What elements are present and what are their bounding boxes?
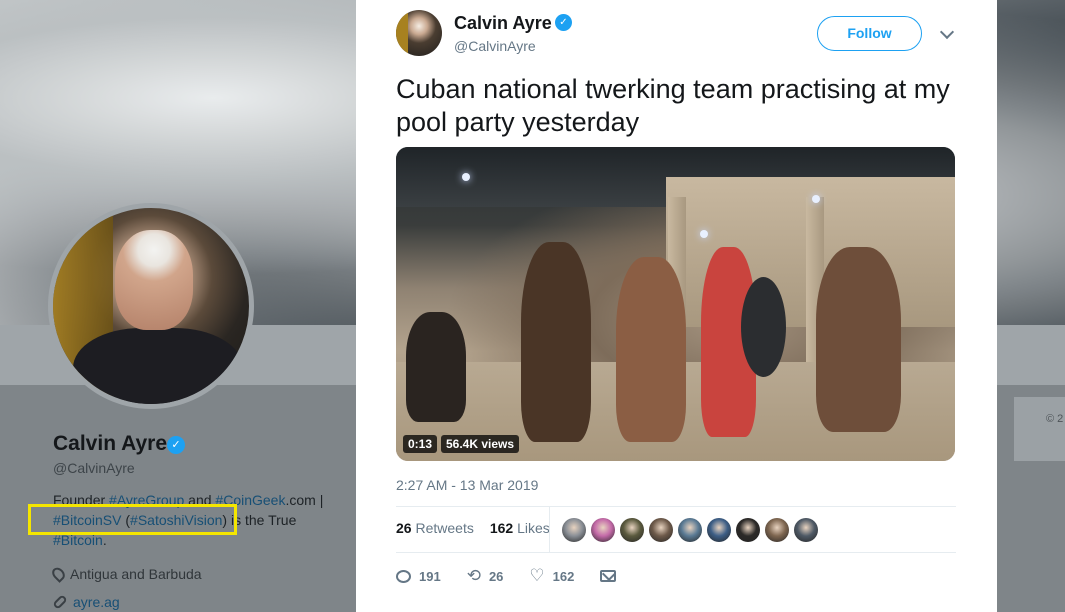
tweet-timestamp[interactable]: 2:27 AM - 13 Mar 2019 xyxy=(396,477,538,493)
liker-avatar[interactable] xyxy=(620,518,644,542)
reply-count: 191 xyxy=(419,568,441,584)
liker-avatar[interactable] xyxy=(562,518,586,542)
like-button[interactable]: ♡ 162 xyxy=(529,566,574,586)
follow-button[interactable]: Follow xyxy=(817,16,922,51)
link-icon xyxy=(52,594,68,610)
bio-text: is the True xyxy=(227,512,297,528)
stats-separator xyxy=(549,507,550,552)
profile-location: Antigua and Barbuda xyxy=(49,565,202,583)
divider xyxy=(396,506,956,507)
copyright-text: © 2 xyxy=(1046,413,1064,425)
retweet-icon: ⟲ xyxy=(466,566,481,585)
divider xyxy=(396,552,956,553)
profile-name: Calvin Ayre xyxy=(53,432,167,455)
liker-avatar[interactable] xyxy=(765,518,789,542)
chevron-down-icon[interactable] xyxy=(939,24,955,40)
likers-avatars xyxy=(562,518,818,542)
retweet-count: 26 xyxy=(488,568,504,584)
direct-message-button[interactable] xyxy=(600,570,617,582)
verified-icon: ✓ xyxy=(555,14,572,31)
location-pin-icon xyxy=(49,565,68,583)
tweet-video[interactable]: 0:13 56.4K views xyxy=(396,147,955,461)
reply-icon xyxy=(396,569,411,583)
highlight-annotation-box xyxy=(28,504,237,535)
footer-card: © 2 xyxy=(1014,397,1065,461)
tweet-actions: 191 ⟲ 26 ♡ 162 xyxy=(396,566,642,586)
verified-icon: ✓ xyxy=(167,436,185,454)
liker-avatar[interactable] xyxy=(649,518,673,542)
bio-text: .com | xyxy=(285,492,324,508)
reply-button[interactable]: 191 xyxy=(396,569,441,584)
liker-avatar[interactable] xyxy=(678,518,702,542)
likes-stat[interactable]: 162 Likes xyxy=(490,520,550,536)
profile-avatar[interactable] xyxy=(48,203,254,409)
tweet-author-name[interactable]: Calvin Ayre xyxy=(454,13,552,34)
liker-avatar[interactable] xyxy=(707,518,731,542)
video-views: 56.4K views xyxy=(441,435,520,453)
retweets-stat[interactable]: 26 Retweets xyxy=(396,520,474,536)
retweet-button[interactable]: ⟲ 26 xyxy=(467,566,504,586)
tweet-modal: Calvin Ayre ✓ @CalvinAyre Follow Cuban n… xyxy=(356,0,997,612)
tweet-text: Cuban national twerking team practising … xyxy=(396,74,950,137)
liker-avatar[interactable] xyxy=(591,518,615,542)
profile-website[interactable]: ayre.ag xyxy=(52,594,120,610)
profile-handle: @CalvinAyre xyxy=(53,460,135,476)
envelope-icon xyxy=(600,570,617,582)
video-duration: 0:13 xyxy=(403,435,438,453)
tweet-stats: 26 Retweets 162 Likes xyxy=(396,520,550,536)
location-text: Antigua and Barbuda xyxy=(70,566,202,582)
liker-avatar[interactable] xyxy=(736,518,760,542)
tweet-author-avatar[interactable] xyxy=(396,10,442,56)
website-link[interactable]: ayre.ag xyxy=(73,594,120,610)
heart-icon: ♡ xyxy=(529,566,545,585)
liker-avatar[interactable] xyxy=(794,518,818,542)
tweet-author-handle[interactable]: @CalvinAyre xyxy=(454,38,536,54)
like-count: 162 xyxy=(552,568,575,584)
